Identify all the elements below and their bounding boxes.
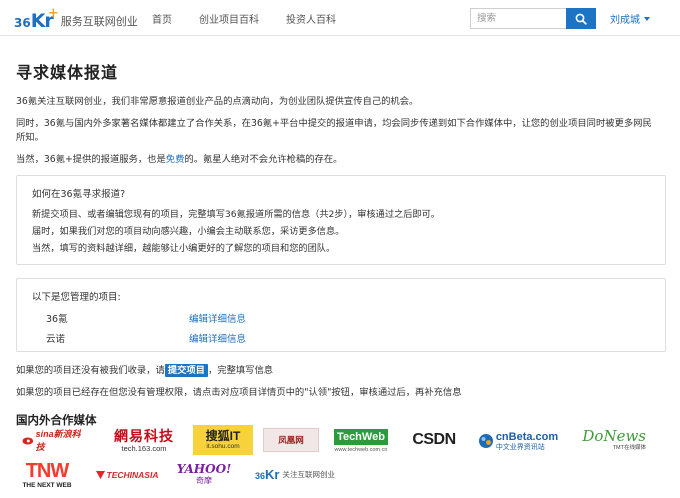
intro-paragraph-1: 36氪关注互联网创业，我们非常愿意报道创业产品的点滴动向，为创业团队提供宣传自己… xyxy=(16,96,419,107)
kr36-logo[interactable]: 36Kr 关注互联网创业 xyxy=(254,464,336,484)
how-to-line: 当然，填写的资料越详细，越能够让小编更好的了解您的项目和您的团队。 xyxy=(32,243,336,254)
free-link[interactable]: 免费 xyxy=(166,154,185,165)
sina-eye-icon xyxy=(22,437,34,445)
intro-paragraph-3: 当然，36氪+提供的报道服务，也是免费的。氪星人绝对不会允许枪稿的存在。 xyxy=(16,154,343,165)
tnw-logo[interactable]: TNW THE NEXT WEB xyxy=(16,460,78,490)
project-name: 36氪 xyxy=(46,314,68,325)
project-row: 云诺 编辑详细信息 xyxy=(32,331,650,345)
edit-project-link[interactable]: 编辑详细信息 xyxy=(189,311,246,325)
sohu-it-logo[interactable]: 搜狐IT it.sohu.com xyxy=(193,425,253,455)
user-name: 刘成城 xyxy=(610,14,640,26)
how-to-line: 届时，如果我们对您的项目动向感兴趣，小编会主动联系您，采访更多信息。 xyxy=(32,226,345,237)
plus-icon: + xyxy=(47,6,59,21)
how-to-title: 如何在36氪寻求报道? xyxy=(32,189,126,200)
projects-box: 以下是您管理的项目: 36氪 编辑详细信息 云诺 编辑详细信息 xyxy=(16,278,666,352)
cnbeta-logo[interactable]: cnBeta.com 中文业界资讯站 xyxy=(474,426,562,456)
search-box xyxy=(470,8,596,29)
csdn-logo[interactable]: CSDN xyxy=(405,427,463,453)
search-button[interactable] xyxy=(566,8,596,29)
logo-text: 服务互联网创业 xyxy=(60,15,138,28)
edit-project-link[interactable]: 编辑详细信息 xyxy=(189,331,246,345)
techinasia-mark-icon xyxy=(95,471,105,479)
submit-project-button[interactable]: 提交项目 xyxy=(164,364,208,377)
search-input[interactable] xyxy=(470,8,566,29)
donews-logo[interactable]: DoNews TMT在线媒体 xyxy=(572,425,646,455)
techweb-logo[interactable]: TechWeb www.techweb.com.cn xyxy=(328,426,394,456)
cnbeta-globe-icon xyxy=(478,434,493,448)
logo-mark: 36Kr + xyxy=(14,6,59,32)
partner-logos: sina新浪科技 網易科技 tech.163.com 搜狐IT it.sohu.… xyxy=(16,424,676,498)
how-to-box: 如何在36氪寻求报道? 新提交项目、或者编辑您现有的项目，完整填写36氪报道所需… xyxy=(16,175,666,265)
techinasia-logo[interactable]: TECHINASIA xyxy=(88,466,166,484)
top-navbar: 36Kr+ 服务互联网创业 首页 创业项目百科 投资人百科 刘成城 xyxy=(0,0,680,36)
project-row: 36氪 编辑详细信息 xyxy=(32,311,650,325)
how-to-line: 新提交项目、或者编辑您现有的项目，完整填写36氪报道所需的信息（共2步），审核通… xyxy=(32,209,440,220)
submit-line: 如果您的项目还没有被我们收录，请 提交项目 ，完整填写信息 xyxy=(16,364,274,377)
page-title: 寻求媒体报道 xyxy=(16,63,119,82)
sina-tech-logo[interactable]: sina新浪科技 xyxy=(22,428,88,452)
nav-home[interactable]: 首页 xyxy=(152,11,172,26)
intro-paragraph-2: 同时，36氪与国内外多家著名媒体都建立了合作关系，在36氪+平台中提交的报道申请… xyxy=(16,118,652,143)
claim-line: 如果您的项目已经存在但您没有管理权限，请点击对应项目详情页中的"认领"按钮，审核… xyxy=(16,387,462,398)
main-nav: 首页 创业项目百科 投资人百科 xyxy=(152,0,363,36)
logo[interactable]: 36Kr + 服务互联网创业 xyxy=(14,5,138,31)
nav-investors[interactable]: 投资人百科 xyxy=(286,11,336,26)
projects-title: 以下是您管理的项目: xyxy=(32,292,121,303)
nav-projects[interactable]: 创业项目百科 xyxy=(199,11,259,26)
ifeng-logo[interactable]: 凤凰网 xyxy=(263,428,319,452)
main-content: 寻求媒体报道 36氪关注互联网创业，我们非常愿意报道创业产品的点滴动向，为创业团… xyxy=(16,36,666,428)
search-icon xyxy=(575,13,587,25)
user-menu[interactable]: 刘成城 xyxy=(610,0,650,36)
netease-tech-logo[interactable]: 網易科技 tech.163.com xyxy=(102,424,186,456)
project-name: 云诺 xyxy=(46,334,66,345)
yahoo-kimo-logo[interactable]: YAHOO! 奇摩 xyxy=(172,460,236,488)
chevron-down-icon xyxy=(644,16,650,21)
